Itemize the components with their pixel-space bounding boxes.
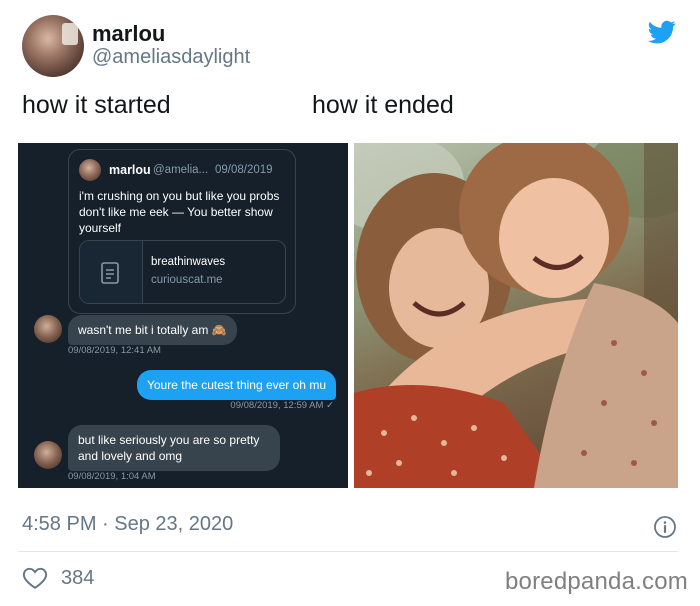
quoted-tweet-avatar [79,159,101,181]
message-avatar [34,315,62,343]
quoted-tweet-handle: @amelia... [153,164,209,176]
footer-divider [18,551,678,552]
link-card-domain: curiouscat.me [151,274,223,286]
message-bubble-incoming: but like seriously you are so pretty and… [68,425,280,471]
message-timestamp: 09/08/2019, 12:59 AM ✓ [230,400,334,411]
like-count[interactable]: 384 [61,567,94,590]
chat-screenshot-image[interactable]: marlou @amelia... 09/08/2019 i'm crushin… [18,143,348,488]
message-avatar [34,441,62,469]
link-card: breathinwaves curiouscat.me [79,240,286,304]
message-timestamp: 09/08/2019, 12:41 AM [68,345,161,356]
tweet-timestamp[interactable]: 4:58 PM · Sep 23, 2020 [22,513,233,536]
info-icon[interactable] [653,515,677,539]
link-card-thumbnail [80,241,143,303]
photo-two-women-laughing[interactable] [354,143,678,488]
twitter-bird-icon[interactable] [646,18,678,46]
quoted-tweet-date: 09/08/2019 [215,164,273,176]
caption-how-it-started: how it started [22,91,171,119]
author-handle[interactable]: @ameliasdaylight [92,46,250,69]
quoted-tweet: marlou @amelia... 09/08/2019 i'm crushin… [68,149,296,314]
author-display-name[interactable]: marlou [92,21,165,47]
heart-icon[interactable] [22,566,48,590]
quoted-tweet-name: marlou [109,163,151,177]
message-bubble-outgoing: Youre the cutest thing ever oh mu [136,370,336,400]
message-bubble-incoming: wasn't me bit i totally am 🙈 [68,315,237,345]
document-icon [101,262,119,284]
photo-illustration [354,143,678,488]
message-timestamp: 09/08/2019, 1:04 AM [68,471,156,482]
author-avatar[interactable] [22,15,84,77]
link-card-title: breathinwaves [151,256,226,268]
boredpanda-watermark: boredpanda.com [505,568,688,595]
caption-how-it-ended: how it ended [312,91,454,119]
quoted-tweet-text: i'm crushing on you but like you probs d… [79,189,280,235]
